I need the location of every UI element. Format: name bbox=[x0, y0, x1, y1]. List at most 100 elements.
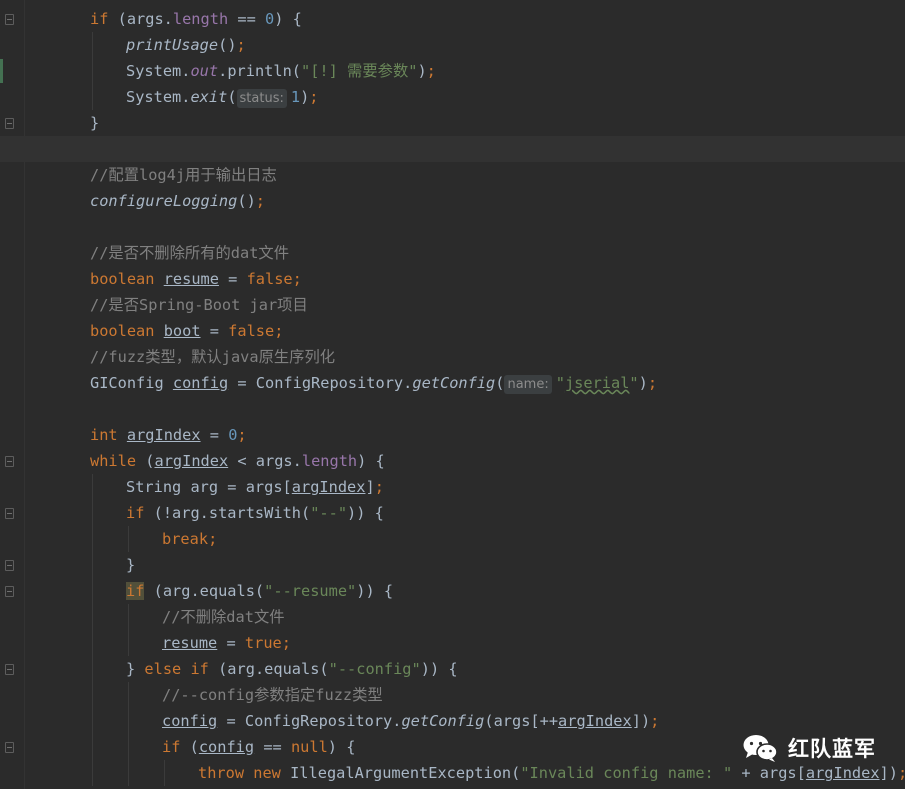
indent-guide bbox=[92, 708, 93, 734]
code-token: = ConfigRepository. bbox=[217, 712, 402, 730]
code-token: System. bbox=[126, 88, 191, 106]
code-token: ; bbox=[292, 270, 302, 288]
code-line[interactable]: } bbox=[0, 552, 905, 578]
code-token: int bbox=[90, 426, 118, 444]
code-token: //是否不删除所有的dat文件 bbox=[90, 244, 290, 262]
code-token: boolean bbox=[90, 322, 155, 340]
code-token: String arg = args[ bbox=[126, 478, 292, 496]
code-line[interactable]: break; bbox=[0, 526, 905, 552]
code-token: out bbox=[190, 62, 219, 80]
code-line[interactable]: //fuzz类型，默认java原生序列化 bbox=[0, 344, 905, 370]
indent-guide bbox=[92, 58, 93, 84]
code-line[interactable]: //不删除dat文件 bbox=[0, 604, 905, 630]
code-line[interactable]: System.exit(status: 1); bbox=[0, 84, 905, 110]
code-line[interactable]: } else if (arg.equals("--config")) { bbox=[0, 656, 905, 682]
code-token: "[!] 需要参数" bbox=[301, 62, 418, 80]
code-token: 0 bbox=[265, 10, 275, 28]
code-token: = bbox=[200, 426, 229, 444]
code-token: //配置log4j用于输出日志 bbox=[90, 166, 277, 184]
code-line[interactable]: resume = true; bbox=[0, 630, 905, 656]
code-token: ] bbox=[365, 478, 375, 496]
code-line[interactable]: //配置log4j用于输出日志 bbox=[0, 162, 905, 188]
code-text: if (args.length == 0) { bbox=[90, 6, 302, 32]
code-token: ) { bbox=[327, 738, 356, 756]
code-line[interactable]: //--config参数指定fuzz类型 bbox=[0, 682, 905, 708]
code-token: argIndex bbox=[558, 712, 632, 730]
code-line[interactable]: boolean boot = false; bbox=[0, 318, 905, 344]
code-line[interactable]: System.out.println("[!] 需要参数"); bbox=[0, 58, 905, 84]
watermark: 红队蓝军 bbox=[742, 728, 876, 768]
code-token: System. bbox=[126, 62, 191, 80]
code-token: printUsage bbox=[126, 36, 219, 54]
code-token: ; bbox=[281, 634, 291, 652]
code-token: getConfig bbox=[412, 374, 496, 392]
code-token: ]) bbox=[879, 764, 898, 782]
indent-guide bbox=[128, 630, 129, 656]
code-token: else if bbox=[144, 660, 209, 678]
code-editor[interactable]: if (args.length == 0) {printUsage(); Syst… bbox=[0, 0, 905, 789]
code-token: while bbox=[90, 452, 137, 470]
code-token: GIConfig bbox=[90, 374, 173, 392]
code-token: } bbox=[126, 660, 145, 678]
code-text: printUsage(); bbox=[126, 32, 246, 58]
code-token: ; bbox=[255, 192, 265, 210]
fold-toggle-icon[interactable] bbox=[5, 742, 14, 753]
code-text: //是否不删除所有的dat文件 bbox=[90, 240, 289, 266]
code-line[interactable]: GIConfig config = ConfigRepository.getCo… bbox=[0, 370, 905, 396]
code-text: } else if (arg.equals("--config")) { bbox=[126, 656, 458, 682]
indent-guide bbox=[92, 32, 93, 58]
code-line[interactable] bbox=[0, 136, 905, 162]
indent-guide bbox=[128, 604, 129, 630]
fold-toggle-icon[interactable] bbox=[5, 456, 14, 467]
parameter-hint: status: bbox=[236, 89, 287, 108]
code-text: String arg = args[argIndex]; bbox=[126, 474, 384, 500]
indent-guide bbox=[128, 734, 129, 760]
indent-guide bbox=[92, 526, 93, 552]
code-token: //不删除dat文件 bbox=[162, 608, 285, 626]
indent-guide bbox=[92, 630, 93, 656]
code-token: //fuzz类型，默认java原生序列化 bbox=[90, 348, 336, 366]
code-token: ( bbox=[495, 374, 505, 392]
code-token: ; bbox=[237, 426, 247, 444]
code-token: ; bbox=[426, 62, 436, 80]
code-line[interactable] bbox=[0, 396, 905, 422]
fold-toggle-icon[interactable] bbox=[5, 14, 14, 25]
code-line[interactable]: if (!arg.startsWith("--")) { bbox=[0, 500, 905, 526]
code-token: )) { bbox=[356, 582, 394, 600]
code-token: false bbox=[246, 270, 293, 288]
code-line[interactable]: boolean resume = false; bbox=[0, 266, 905, 292]
code-line[interactable]: while (argIndex < args.length) { bbox=[0, 448, 905, 474]
code-text: boolean resume = false; bbox=[90, 266, 302, 292]
code-token: ) bbox=[300, 88, 310, 106]
indent-guide bbox=[92, 734, 93, 760]
indent-guide bbox=[128, 708, 129, 734]
fold-toggle-icon[interactable] bbox=[5, 118, 14, 129]
code-line[interactable]: //是否Spring-Boot jar项目 bbox=[0, 292, 905, 318]
code-token: " bbox=[629, 374, 639, 392]
parameter-hint: name: bbox=[504, 375, 552, 394]
code-line[interactable]: //是否不删除所有的dat文件 bbox=[0, 240, 905, 266]
code-line[interactable]: configureLogging(); bbox=[0, 188, 905, 214]
code-line[interactable]: if (arg.equals("--resume")) { bbox=[0, 578, 905, 604]
code-token: < args. bbox=[228, 452, 302, 470]
fold-toggle-icon[interactable] bbox=[5, 586, 14, 597]
code-token: config bbox=[162, 712, 218, 730]
fold-toggle-icon[interactable] bbox=[5, 560, 14, 571]
code-token: () bbox=[237, 192, 256, 210]
fold-toggle-icon[interactable] bbox=[5, 664, 14, 675]
code-token: = ConfigRepository. bbox=[228, 374, 413, 392]
code-text: if (!arg.startsWith("--")) { bbox=[126, 500, 384, 526]
code-text: configureLogging(); bbox=[90, 188, 265, 214]
code-line[interactable]: printUsage(); bbox=[0, 32, 905, 58]
code-token: } bbox=[126, 556, 136, 574]
code-line[interactable] bbox=[0, 214, 905, 240]
fold-toggle-icon[interactable] bbox=[5, 508, 14, 519]
code-token: resume bbox=[162, 634, 218, 652]
code-token: ) { bbox=[274, 10, 302, 28]
code-line[interactable]: String arg = args[argIndex]; bbox=[0, 474, 905, 500]
code-token: IllegalArgumentException( bbox=[280, 764, 521, 782]
code-line[interactable]: } bbox=[0, 110, 905, 136]
code-line[interactable]: int argIndex = 0; bbox=[0, 422, 905, 448]
code-token: 1 bbox=[290, 88, 301, 106]
code-line[interactable]: if (args.length == 0) { bbox=[0, 6, 905, 32]
